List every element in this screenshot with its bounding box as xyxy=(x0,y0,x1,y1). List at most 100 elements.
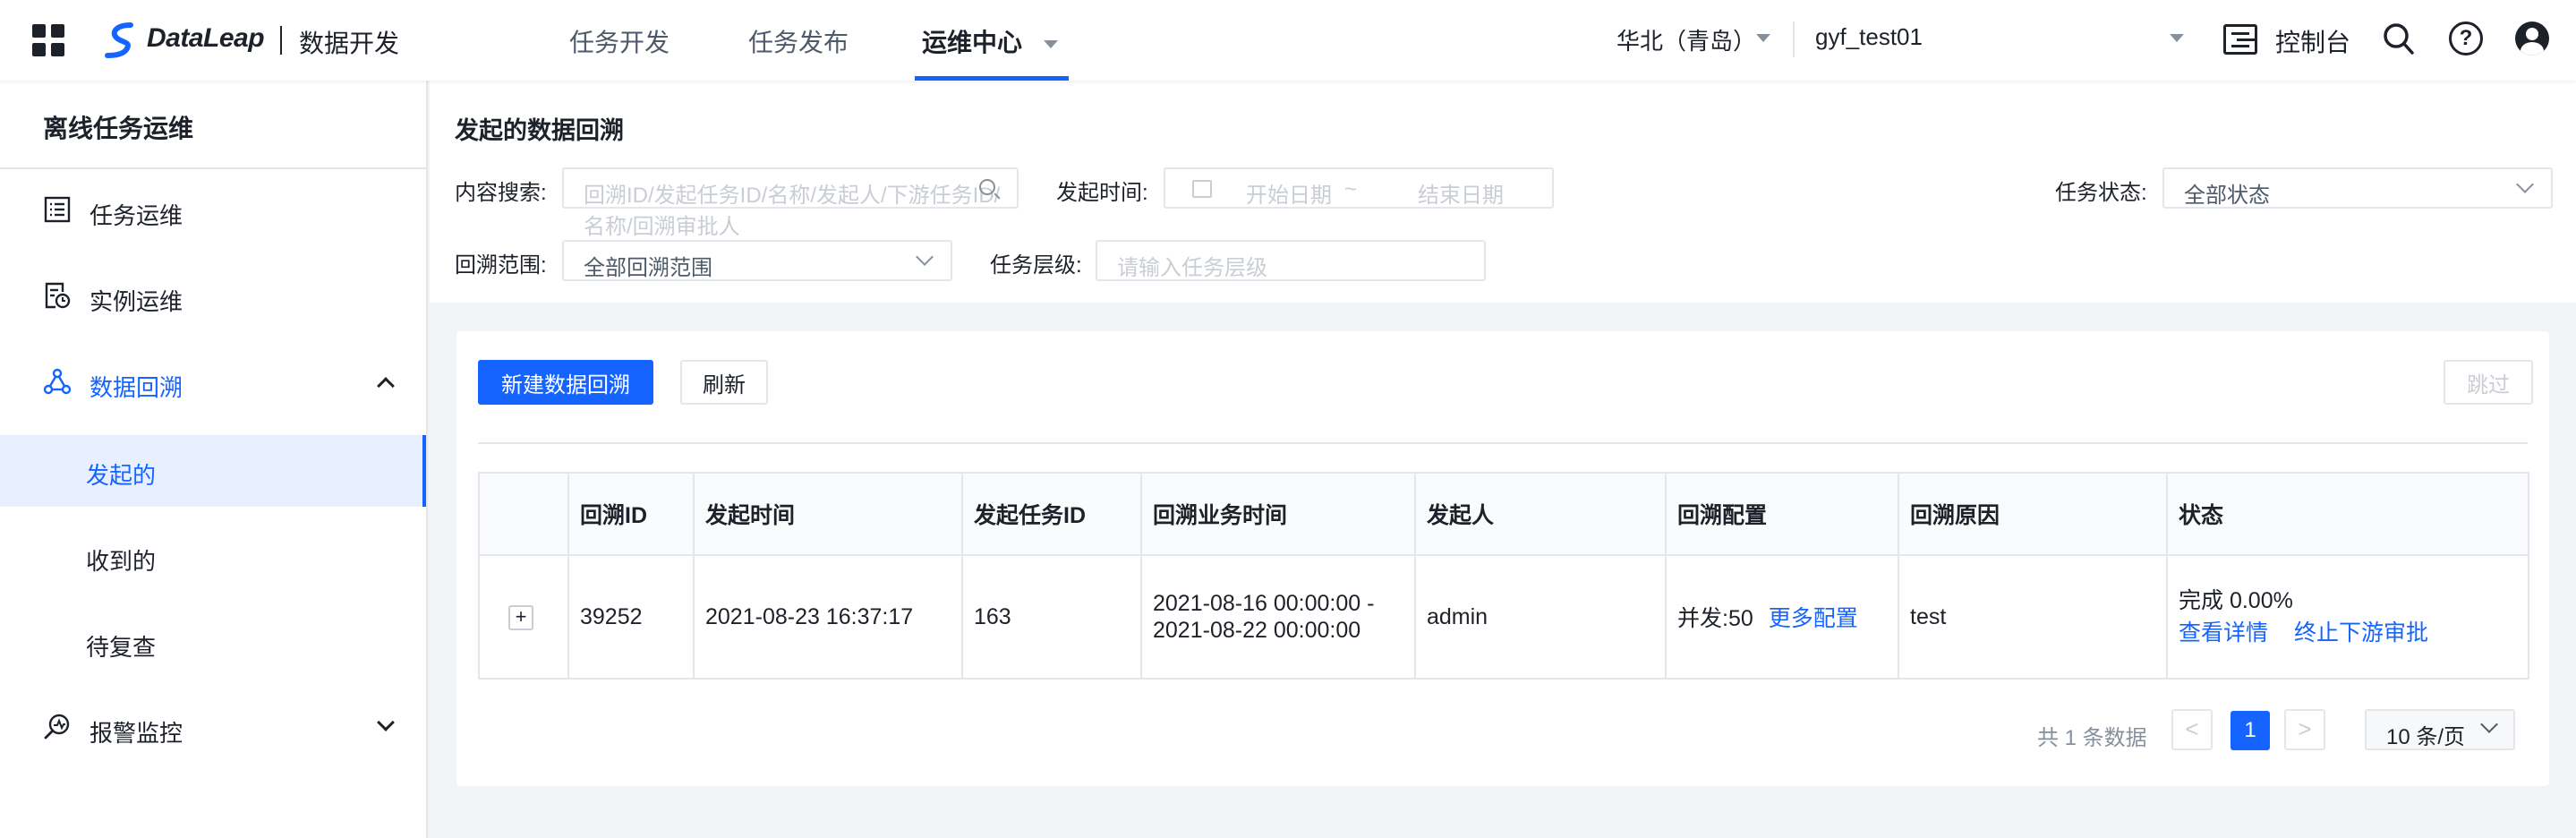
cell-status: 完成 0.00% 查看详情 终止下游审批 xyxy=(2166,554,2529,680)
share-nodes-icon xyxy=(43,368,72,395)
sidebar-item-label: 任务运维 xyxy=(90,202,183,229)
chevron-up-icon xyxy=(377,377,395,395)
column-header-expand xyxy=(478,472,569,556)
help-icon[interactable]: ? xyxy=(2449,21,2483,56)
cell-reason: test xyxy=(1898,554,2168,680)
backfill-table: 回溯ID 发起时间 发起任务ID 回溯业务时间 发起人 回溯配置 回溯原因 状态… xyxy=(478,472,2529,680)
nav-task-publish[interactable]: 任务发布 xyxy=(748,23,849,59)
pagination-total: 共 1 条数据 xyxy=(2037,726,2147,750)
instance-doc-icon xyxy=(45,282,71,309)
level-label: 任务层级: xyxy=(990,253,1082,278)
column-header-id: 回溯ID xyxy=(567,472,695,556)
time-label: 发起时间: xyxy=(1056,181,1148,205)
sidebar-title: 离线任务运维 xyxy=(43,115,194,142)
search-icon[interactable] xyxy=(979,179,995,195)
status-select-value: 全部状态 xyxy=(2184,184,2270,208)
card-divider xyxy=(478,442,2528,444)
nav-ops-center[interactable]: 运维中心 xyxy=(922,23,1058,59)
skip-button[interactable]: 跳过 xyxy=(2444,360,2533,405)
chevron-down-icon xyxy=(916,248,934,266)
chevron-down-icon xyxy=(1043,40,1058,49)
project-selector[interactable]: gyf_test01 xyxy=(1815,23,1923,51)
app-grid-icon[interactable] xyxy=(32,24,64,56)
console-link[interactable]: 控制台 xyxy=(2275,23,2350,59)
project-chevron-down-icon[interactable] xyxy=(2170,34,2184,42)
next-page-button[interactable]: > xyxy=(2284,709,2325,750)
date-range-picker[interactable]: 开始日期 ~ 结束日期 xyxy=(1164,167,1554,209)
view-details-link[interactable]: 查看详情 xyxy=(2179,620,2268,646)
sidebar-item-instance-ops[interactable]: 实例运维 xyxy=(0,261,426,333)
column-header-reason: 回溯原因 xyxy=(1898,472,2168,556)
level-placeholder: 请输入任务层级 xyxy=(1117,256,1267,280)
date-range-separator: ~ xyxy=(1344,177,1358,201)
page-size-value: 10 条/页 xyxy=(2386,725,2466,749)
search-label: 内容搜索: xyxy=(455,181,547,205)
column-header-initiator: 发起人 xyxy=(1414,472,1667,556)
expand-cell: + xyxy=(478,554,569,680)
page-number-current[interactable]: 1 xyxy=(2231,711,2270,750)
nav-active-indicator xyxy=(915,76,1069,81)
sidebar-item-label: 实例运维 xyxy=(90,288,183,315)
config-concurrency: 并发:50 xyxy=(1677,606,1753,631)
sidebar-item-label: 报警监控 xyxy=(90,720,183,747)
cell-start-time: 2021-08-23 16:37:17 xyxy=(693,554,963,680)
sidebar-item-received[interactable]: 收到的 xyxy=(0,521,426,593)
nav-task-dev[interactable]: 任务开发 xyxy=(569,23,670,59)
column-header-status: 状态 xyxy=(2166,472,2529,556)
cell-config: 并发:50 更多配置 xyxy=(1665,554,1899,680)
calendar-icon xyxy=(1192,180,1212,198)
chevron-down-icon xyxy=(2516,175,2534,193)
more-config-link[interactable]: 更多配置 xyxy=(1769,606,1858,631)
sidebar-item-initiated[interactable]: 发起的 xyxy=(0,435,426,507)
region-selector[interactable]: 华北（青岛） xyxy=(1616,23,1756,56)
status-text: 完成 0.00% xyxy=(2179,588,2293,613)
nav-ops-center-label: 运维中心 xyxy=(922,29,1023,56)
scope-select[interactable]: 全部回溯范围 xyxy=(562,240,952,281)
search-icon[interactable] xyxy=(2383,21,2415,57)
column-header-biz-time: 回溯业务时间 xyxy=(1140,472,1416,556)
filter-panel: 发起的数据回溯 内容搜索: 回溯ID/发起任务ID/名称/发起人/下游任务ID/… xyxy=(430,81,2576,303)
dataleap-logo-icon xyxy=(105,22,133,58)
status-select[interactable]: 全部状态 xyxy=(2162,167,2553,209)
cell-id: 39252 xyxy=(567,554,695,680)
sidebar-item-task-ops[interactable]: 任务运维 xyxy=(0,175,426,247)
table-row: + 39252 2021-08-23 16:37:17 163 2021-08-… xyxy=(478,554,2529,680)
region-chevron-down-icon[interactable] xyxy=(1756,34,1770,42)
brand-divider xyxy=(280,26,282,55)
column-header-config: 回溯配置 xyxy=(1665,472,1899,556)
sidebar-item-pending-review[interactable]: 待复查 xyxy=(0,607,426,679)
search-placeholder: 回溯ID/发起任务ID/名称/发起人/下游任务ID/名称/回溯审批人 xyxy=(584,184,1001,239)
prev-page-button[interactable]: < xyxy=(2171,709,2213,750)
task-list-icon xyxy=(44,196,71,223)
sidebar: 离线任务运维 任务运维 实例运维 数据回溯 发起的 收到的 待复查 报警监控 xyxy=(0,81,428,838)
sidebar-item-data-backfill[interactable]: 数据回溯 xyxy=(0,347,426,419)
page-title: 发起的数据回溯 xyxy=(455,117,624,144)
expand-row-button[interactable]: + xyxy=(508,605,533,630)
search-input[interactable]: 回溯ID/发起任务ID/名称/发起人/下游任务ID/名称/回溯审批人 xyxy=(562,167,1019,239)
page-size-select[interactable]: 10 条/页 xyxy=(2365,709,2515,750)
sidebar-item-label: 收到的 xyxy=(86,548,157,575)
cell-initiator: admin xyxy=(1414,554,1667,680)
brand-name: DataLeap xyxy=(147,23,265,53)
column-header-start-time: 发起时间 xyxy=(693,472,963,556)
biz-time-to: 2021-08-22 00:00:00 xyxy=(1153,618,1361,643)
top-bar: DataLeap 数据开发 任务开发 任务发布 运维中心 华北（青岛） gyf_… xyxy=(0,0,2576,81)
sidebar-item-alarm-monitor[interactable]: 报警监控 xyxy=(0,693,426,765)
chevron-down-icon xyxy=(2480,715,2498,733)
refresh-button[interactable]: 刷新 xyxy=(680,360,768,405)
new-backfill-button[interactable]: 新建数据回溯 xyxy=(478,360,653,405)
cell-biz-time: 2021-08-16 00:00:00 - 2021-08-22 00:00:0… xyxy=(1140,554,1416,680)
alarm-icon xyxy=(44,714,70,740)
console-icon[interactable] xyxy=(2223,24,2257,55)
stop-downstream-approval-link[interactable]: 终止下游审批 xyxy=(2294,620,2428,646)
user-avatar-icon[interactable] xyxy=(2515,21,2549,56)
column-header-task-id: 发起任务ID xyxy=(961,472,1142,556)
biz-time-from: 2021-08-16 00:00:00 - xyxy=(1153,591,1375,616)
cell-task-id: 163 xyxy=(961,554,1142,680)
chevron-down-icon xyxy=(377,714,395,731)
start-date-placeholder: 开始日期 xyxy=(1246,184,1332,208)
result-card: 新建数据回溯 刷新 跳过 回溯ID 发起时间 发起任务ID 回溯业务时间 发起人… xyxy=(456,331,2549,786)
header-divider xyxy=(1793,21,1795,57)
module-name: 数据开发 xyxy=(299,30,400,57)
level-input[interactable]: 请输入任务层级 xyxy=(1096,240,1486,281)
